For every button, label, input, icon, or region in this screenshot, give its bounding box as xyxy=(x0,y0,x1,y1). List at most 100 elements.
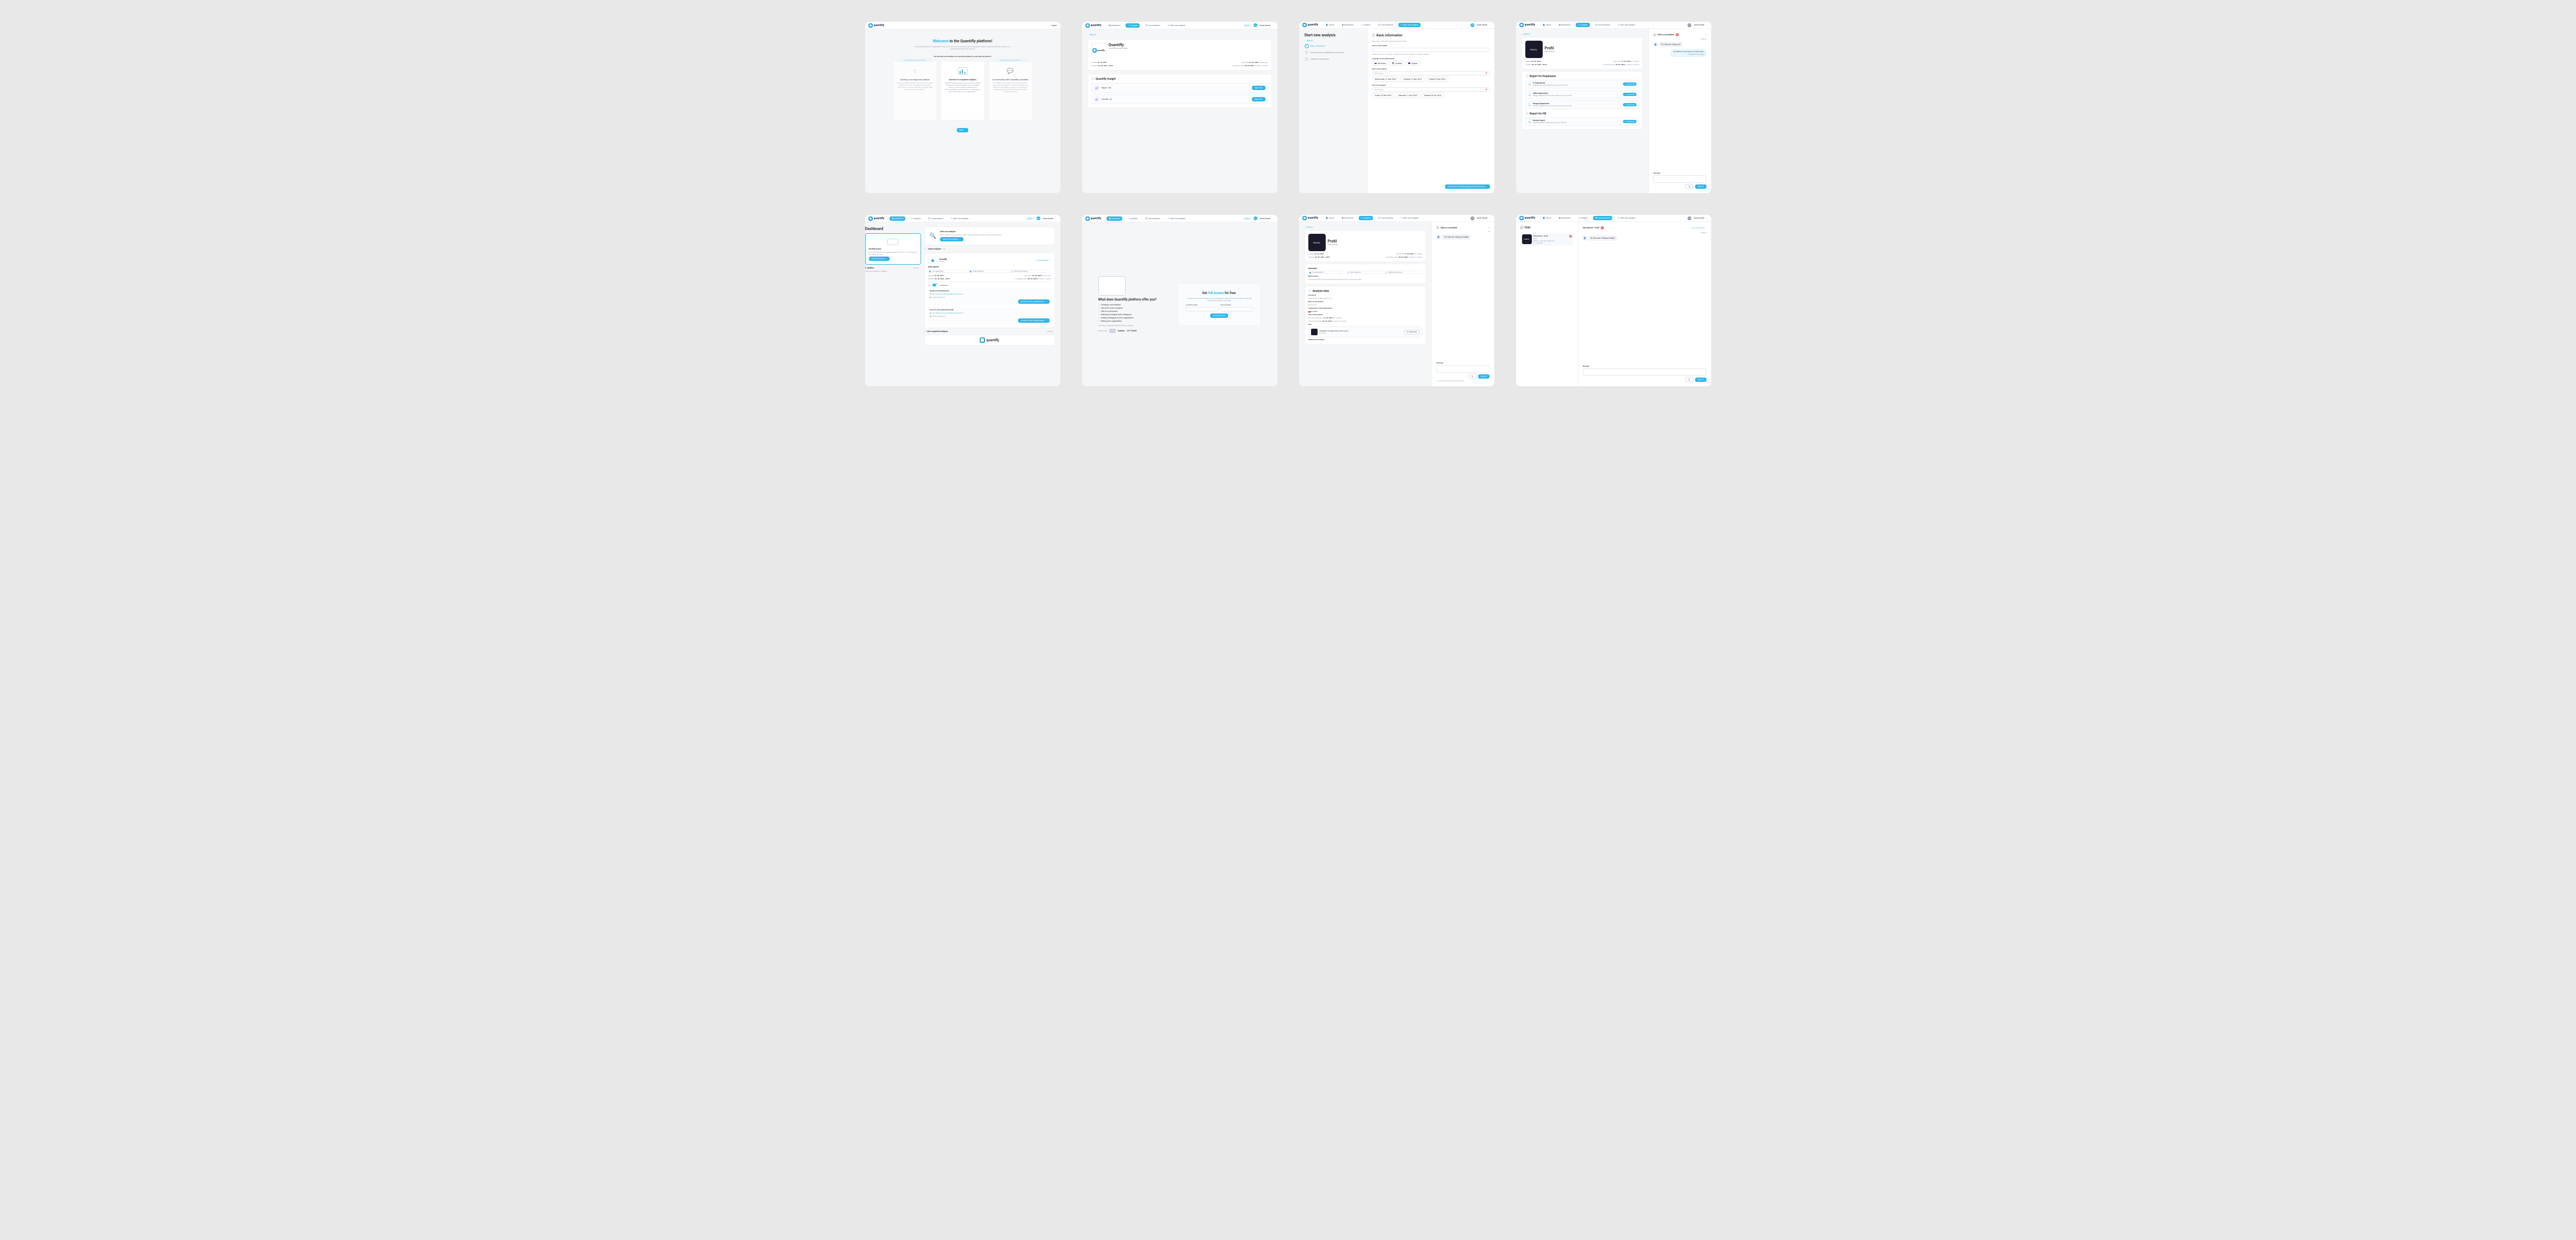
offer-heading: What does Quantifly platform offer you? xyxy=(1098,298,1175,302)
view-all-updates[interactable]: View all → xyxy=(913,267,921,269)
to-analysis-link[interactable]: To the analysis → xyxy=(1036,259,1051,261)
input-end-date[interactable]: dd/mm/yyyy📅 xyxy=(1372,87,1490,92)
chat-icon: 💬 xyxy=(1520,226,1524,229)
step-2-icon: 2 xyxy=(1305,50,1309,55)
org-thumb: PROFIL xyxy=(1525,41,1543,58)
date-option[interactable]: Tuesday 19, Mar 2024 xyxy=(1401,76,1424,82)
copy-icon[interactable]: ⧉ xyxy=(962,312,963,314)
nav-conversations[interactable]: 💬 Conversations xyxy=(1143,23,1162,28)
step-2[interactable]: Entering data on departments and users xyxy=(1311,52,1344,54)
back-link[interactable]: ← Back to xyxy=(1522,33,1644,35)
label-lang: Language of the questionnaire xyxy=(1372,57,1490,60)
back-link[interactable]: ← Back to xyxy=(1088,34,1272,36)
date-option[interactable]: Saturday 13, Apr 2024 xyxy=(1396,93,1420,98)
consultant-avatar: 👤 xyxy=(1653,42,1658,47)
test-prod-toggle[interactable] xyxy=(932,284,938,286)
nav-analysis[interactable]: ⎄ Analysis xyxy=(1126,23,1140,28)
page-title: Start new analysis xyxy=(1305,33,1362,37)
file-download[interactable]: ⬇ Download xyxy=(1404,330,1420,335)
view-all-completed[interactable]: View all → xyxy=(1047,330,1054,333)
conversation-item[interactable]: PROFIL 360 Internal – Profil1 Profil Hel… xyxy=(1520,233,1574,246)
attach-button[interactable]: 📎 xyxy=(1685,377,1693,382)
doc-icon: 📄 xyxy=(1525,75,1529,78)
open-link-sl[interactable]: Open link xyxy=(1252,97,1265,101)
input-analysis-name[interactable] xyxy=(1372,48,1490,52)
date-option[interactable]: Sunday 28, Apr 2024 xyxy=(1421,93,1444,98)
full-access-body: Discover all the functionalities the pla… xyxy=(869,251,917,255)
next-button[interactable]: Next → xyxy=(957,128,969,132)
copy-icon[interactable]: ⧉ xyxy=(962,293,963,295)
full-access-button[interactable]: Get Full Access → xyxy=(869,257,890,261)
go-to-analysis[interactable]: Go to the analysis → xyxy=(1692,227,1707,229)
continue-button[interactable]: Continue to entering departments and use… xyxy=(1445,184,1490,189)
access-sl-button[interactable]: Access to the questionnaire → xyxy=(1018,299,1050,304)
screen-analysis-insight: quantifly ▦ Dashboard ⎄ Analysis 💬 Conve… xyxy=(1082,22,1277,193)
card1-body: Using the Quantifly platform you can eas… xyxy=(897,82,934,91)
partner-logo: bankart xyxy=(1118,330,1124,332)
partner-logo: OPTIWEB xyxy=(1127,330,1137,332)
partner-logo xyxy=(1109,329,1116,333)
form-title: Basic information xyxy=(1377,34,1403,37)
nav-start-new[interactable]: ✎ Start new analysis xyxy=(1166,23,1187,28)
date-option[interactable]: Friday 29, Mar 2024 xyxy=(1426,76,1448,82)
chat-title: Talk to a consultant xyxy=(1657,34,1674,36)
avatar[interactable]: JN xyxy=(1254,23,1257,27)
lang-en[interactable]: English xyxy=(1406,61,1420,66)
get-access-button[interactable]: Get full access xyxy=(1210,314,1228,318)
screen-welcome: quantifly ⎋ Logout Welcome to the Quanti… xyxy=(865,22,1060,193)
nav-dashboard[interactable]: ▦ Dashboard xyxy=(1107,23,1122,28)
start-analysis-button[interactable]: Start new analysis → xyxy=(940,237,963,241)
download-button[interactable]: ⬇ Download xyxy=(1623,82,1637,86)
report-design: 📃Design DepartmentTNRqyjThBgMQCOv8e1-Nam… xyxy=(1525,100,1640,109)
link-icon: 🔗 xyxy=(1094,97,1100,102)
open-link-en[interactable]: Open link xyxy=(1252,86,1265,90)
data-icon: 📄 xyxy=(1308,290,1312,293)
attach-button[interactable]: 📎 xyxy=(1468,374,1476,379)
close-icon[interactable]: ✕ xyxy=(1705,34,1707,36)
message-input[interactable] xyxy=(1436,365,1490,373)
close-icon[interactable]: ✕ xyxy=(1488,227,1490,229)
partner-logo: BUTAN PLIN xyxy=(1098,330,1108,332)
welcome-intro: The Quantifly platform is designed for u… xyxy=(911,46,1014,50)
org-sub: Quantifly Insight Report xyxy=(1109,47,1129,49)
logout-link[interactable]: Logout xyxy=(1051,24,1057,27)
preview-icon xyxy=(887,239,898,245)
topbar: quantifly ⎋ Logout xyxy=(865,22,1060,29)
send-button[interactable]: Send ✈ xyxy=(1478,374,1490,379)
send-button[interactable]: Send ✈ xyxy=(1695,378,1707,382)
input-start-date[interactable]: dd/mm/yyyy📅 xyxy=(1372,71,1490,75)
message-input[interactable] xyxy=(1653,175,1706,183)
attach-button[interactable]: 📎 xyxy=(1685,184,1693,189)
calendar-icon: 📅 xyxy=(1486,72,1488,74)
lang-hr[interactable]: Croatian xyxy=(1390,61,1404,66)
step-3[interactable]: Additional information xyxy=(1311,58,1329,60)
phone-input[interactable] xyxy=(1220,307,1253,311)
welcome-suffix: to the Quantifly platform! xyxy=(949,39,993,43)
illustration xyxy=(1098,276,1126,296)
back-link[interactable]: ← Back to xyxy=(1305,40,1362,42)
company-input[interactable] xyxy=(1186,307,1218,311)
message-input[interactable] xyxy=(1583,368,1707,376)
updates-empty: There are currently no updates. xyxy=(865,270,921,272)
report-sales: 📃Sales DepartmentTNRqyjThBgMQzhOv8e1-Nam… xyxy=(1525,90,1640,99)
demo-badge: Demo xyxy=(1243,24,1251,27)
welcome-word: Welcome xyxy=(933,39,949,43)
access-en-button[interactable]: Access to the questionnaire → xyxy=(1018,318,1050,323)
date-option[interactable]: Friday 29, Mar 2024 xyxy=(1372,93,1395,98)
send-button[interactable]: Send ✈ xyxy=(1695,184,1707,189)
logo[interactable]: quantifly xyxy=(868,23,885,28)
org-thumb: quantifly xyxy=(1091,43,1107,58)
org-name: Quantifly xyxy=(1109,43,1129,47)
chat-icon: 💬 xyxy=(1653,34,1656,36)
form-sub: Enter basic information about the questi… xyxy=(1372,40,1490,42)
chat-message-me: The details on the image you shared toda… xyxy=(1671,49,1706,57)
nav-admin[interactable]: 👤 Admin xyxy=(1324,23,1336,27)
back-link[interactable]: ← Back to xyxy=(1305,226,1427,228)
lang-sl[interactable]: Slovenian xyxy=(1372,61,1388,66)
label-name: Name of the analysis xyxy=(1372,44,1490,47)
step-1[interactable]: Basic information xyxy=(1311,45,1326,47)
link-icon: 🔗 xyxy=(1094,85,1100,91)
trusted-by: Join many companies already using our se… xyxy=(1098,324,1175,327)
plus-icon: + xyxy=(913,69,917,73)
date-option[interactable]: Wednesday 13, Mar 2024 xyxy=(1372,76,1399,82)
